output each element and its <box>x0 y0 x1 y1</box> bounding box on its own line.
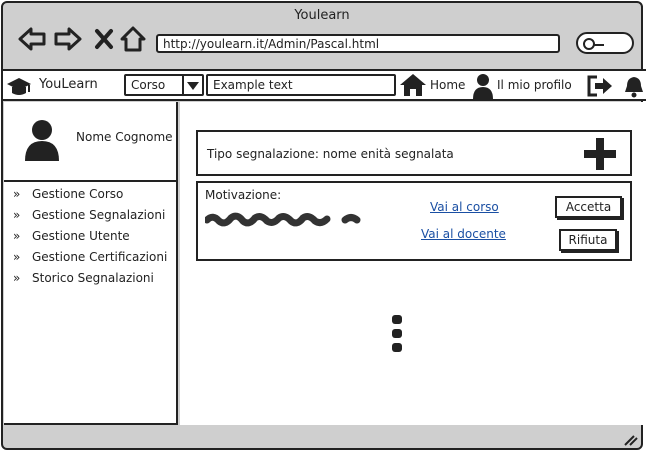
plus-icon[interactable] <box>580 136 620 172</box>
graduation-cap-icon <box>7 78 31 95</box>
logout-icon[interactable] <box>586 74 614 98</box>
sidebar-item-label: Storico Segnalazioni <box>32 271 154 285</box>
user-card: Nome Cognome <box>4 102 178 182</box>
search-icon <box>583 38 604 50</box>
resize-grip-icon[interactable] <box>622 434 638 446</box>
profile-link[interactable]: Il mio profilo <box>497 78 572 92</box>
sidebar-item-storico-segnalazioni[interactable]: » Storico Segnalazioni <box>4 270 167 291</box>
category-select[interactable]: Corso <box>124 74 204 96</box>
go-to-course-link[interactable]: Vai al corso <box>430 200 499 214</box>
brand-label[interactable]: YouLearn <box>39 77 98 92</box>
accept-button[interactable]: Accetta <box>555 196 622 218</box>
status-bar <box>4 426 646 452</box>
chevron-right-icon: » <box>13 208 21 222</box>
app-header: YouLearn Corso Example text Home Il mio … <box>3 69 646 101</box>
main-content: Tipo segnalazione: nome enità segnalata … <box>180 102 646 425</box>
reason-label: Motivazione: <box>205 188 282 202</box>
report-detail-card: Motivazione: Vai al corso Vai al docente… <box>196 181 632 261</box>
back-icon[interactable] <box>17 25 47 53</box>
sidebar-item-gestione-utente[interactable]: » Gestione Utente <box>4 228 167 249</box>
chevron-right-icon: » <box>13 250 21 264</box>
chevron-right-icon: » <box>13 229 21 243</box>
sidebar-item-gestione-certificazioni[interactable]: » Gestione Certificazioni <box>4 249 167 270</box>
go-to-teacher-link[interactable]: Vai al docente <box>421 227 506 241</box>
redacted-text <box>205 212 361 227</box>
sidebar-menu: » Gestione Corso » Gestione Segnalazioni »… <box>4 186 167 291</box>
sidebar-item-gestione-corso[interactable]: » Gestione Corso <box>4 186 167 207</box>
forward-icon[interactable] <box>53 25 83 53</box>
sidebar: Nome Cognome » Gestione Corso » Gestione S… <box>4 102 178 425</box>
home-nav-icon[interactable] <box>119 25 147 53</box>
user-icon[interactable] <box>471 72 495 100</box>
bell-icon[interactable] <box>623 74 645 98</box>
report-type: Tipo segnalazione: nome enità segnalata <box>207 147 454 161</box>
chevron-right-icon: » <box>13 271 21 285</box>
category-select-value: Corso <box>131 78 166 92</box>
home-link[interactable]: Home <box>430 78 465 92</box>
url-field[interactable]: http://youlearn.it/Admin/Pascal.html <box>156 34 560 53</box>
close-icon[interactable] <box>93 25 115 53</box>
sidebar-item-gestione-segnalazioni[interactable]: » Gestione Segnalazioni <box>4 207 167 228</box>
browser-window: Youlearn http://youlearn.it/Admin/Pascal… <box>1 1 646 452</box>
search-input[interactable]: Example text <box>206 74 396 96</box>
home-icon[interactable] <box>399 73 427 97</box>
reject-button[interactable]: Rifiuta <box>559 229 617 251</box>
report-header-card: Tipo segnalazione: nome enità segnalata <box>196 130 632 176</box>
user-name: Nome Cognome <box>76 130 173 144</box>
more-vertical-icon[interactable] <box>391 314 403 354</box>
avatar-icon <box>25 120 59 161</box>
sidebar-item-label: Gestione Segnalazioni <box>32 208 166 222</box>
window-title: Youlearn <box>294 8 350 23</box>
chevron-right-icon: » <box>13 187 21 201</box>
sidebar-item-label: Gestione Corso <box>32 187 124 201</box>
chevron-down-icon[interactable] <box>182 76 202 94</box>
sidebar-item-label: Gestione Certificazioni <box>32 250 168 264</box>
sidebar-item-label: Gestione Utente <box>32 229 130 243</box>
browser-search[interactable] <box>576 32 634 54</box>
